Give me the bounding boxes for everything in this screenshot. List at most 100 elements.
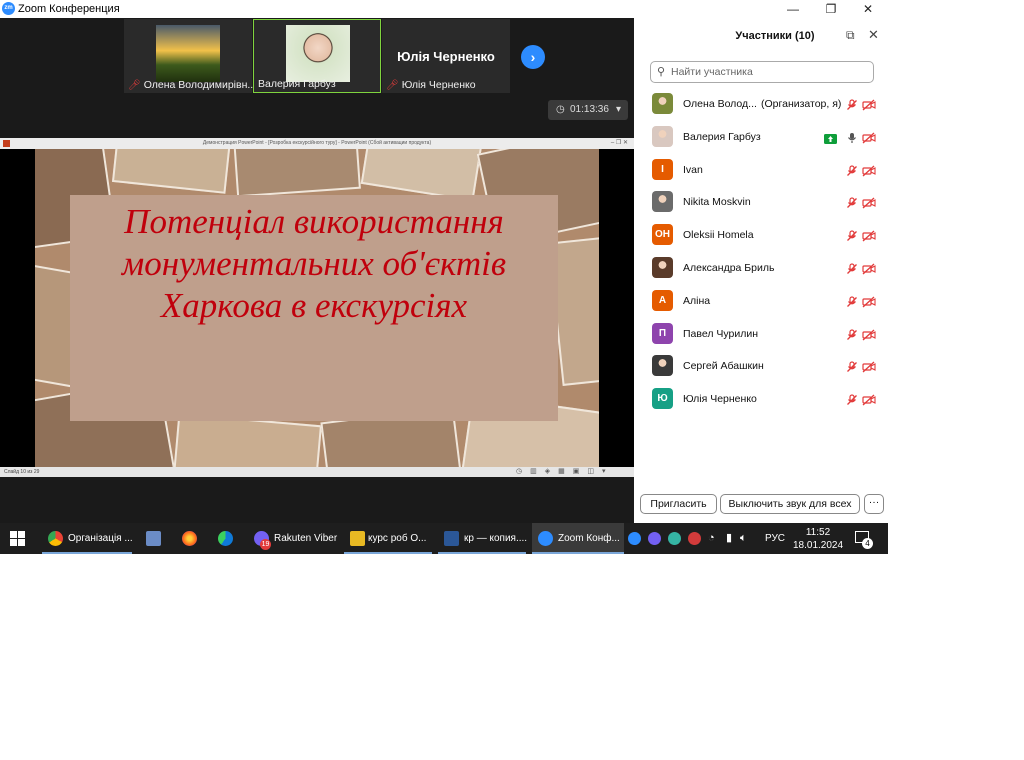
search-input[interactable]: ⚲ Найти участника bbox=[650, 61, 874, 83]
taskbar-label: курс роб О... bbox=[368, 533, 427, 544]
participant-name: Oleksii Homela bbox=[683, 229, 754, 242]
next-page-button[interactable]: › bbox=[521, 45, 545, 69]
popout-icon[interactable]: ⧉ bbox=[846, 28, 855, 43]
clock-icon: ◷ bbox=[556, 104, 565, 115]
taskbar-item-zoom[interactable]: Zoom Конф... bbox=[532, 523, 624, 554]
participant-row[interactable]: П Павел Чурилин bbox=[634, 318, 888, 351]
slide-title-box: Потенціал використання монументальних об… bbox=[70, 195, 558, 421]
mic-muted-icon[interactable] bbox=[846, 98, 862, 114]
video-off-icon[interactable] bbox=[862, 229, 878, 245]
participant-photo bbox=[286, 25, 350, 82]
mute-all-button[interactable]: Выключить звук для всех bbox=[720, 494, 860, 514]
language-indicator[interactable]: РУС bbox=[765, 523, 785, 554]
participant-row[interactable]: OH Oleksii Homela bbox=[634, 219, 888, 252]
video-off-icon[interactable] bbox=[862, 131, 878, 147]
timer-value: 01:13:36 bbox=[570, 104, 609, 115]
minimize-button[interactable]: — bbox=[780, 1, 806, 17]
tile-name: Олена Володимирівн... bbox=[143, 79, 257, 91]
avatar-photo bbox=[652, 125, 673, 147]
mic-icon[interactable] bbox=[846, 131, 862, 147]
video-off-icon[interactable] bbox=[862, 295, 878, 311]
tray-app-icon[interactable] bbox=[668, 532, 681, 545]
wifi-icon[interactable]: ◔ bbox=[708, 523, 715, 554]
avatar-initials: I bbox=[652, 158, 673, 180]
taskbar-item-viber[interactable]: 19 Rakuten Viber bbox=[248, 523, 337, 554]
meeting-timer[interactable]: ◷ 01:13:36 ▾ bbox=[548, 100, 628, 120]
participant-name: Павел Чурилин bbox=[683, 327, 759, 340]
close-button[interactable]: ✕ bbox=[855, 1, 881, 17]
video-tile[interactable]: Юлія Черненко 🎤︎ Юлія Черненко bbox=[382, 19, 510, 93]
video-off-icon[interactable] bbox=[862, 360, 878, 376]
notifications-icon[interactable]: 4 bbox=[855, 531, 873, 549]
mic-muted-icon[interactable] bbox=[846, 196, 862, 212]
close-panel-button[interactable]: ✕ bbox=[868, 27, 879, 43]
tile-display-name: Юлія Черненко bbox=[397, 49, 495, 64]
chevron-down-icon: ▾ bbox=[616, 104, 622, 115]
video-off-icon[interactable] bbox=[862, 98, 878, 114]
video-tile[interactable]: 🎤︎ Олена Володимирівн... bbox=[124, 19, 256, 93]
mic-muted-icon[interactable] bbox=[846, 360, 862, 376]
participant-row[interactable]: А Аліна bbox=[634, 285, 888, 318]
edge-icon bbox=[218, 531, 233, 546]
powerpoint-statusbar: Слайд 10 из 29 ◷▥◈▦▣◫▾ bbox=[0, 467, 634, 477]
save-icon bbox=[146, 531, 161, 546]
clock[interactable]: 11:52 18.01.2024 bbox=[793, 526, 843, 552]
taskbar-item-firefox[interactable] bbox=[176, 523, 204, 554]
viber-tray-icon[interactable] bbox=[648, 532, 661, 545]
taskbar-item-edge[interactable] bbox=[212, 523, 240, 554]
avatar-photo bbox=[652, 355, 673, 377]
taskbar-label: кр — копия.... bbox=[464, 533, 528, 544]
participant-row[interactable]: Nikita Moskvin bbox=[634, 186, 888, 219]
tile-name: Юлія Черненко bbox=[401, 79, 476, 91]
mic-muted-icon[interactable] bbox=[846, 262, 862, 278]
volume-icon[interactable]: 🔈︎ bbox=[740, 523, 747, 554]
slide-counter: Слайд 10 из 29 bbox=[4, 469, 40, 475]
avatar-photo bbox=[652, 93, 673, 114]
participant-row[interactable]: Валерия Гарбуз bbox=[634, 121, 888, 154]
zoom-tray-icon[interactable] bbox=[628, 532, 641, 545]
mic-muted-icon: 🎤︎ bbox=[386, 80, 399, 91]
mic-muted-icon[interactable] bbox=[846, 393, 862, 409]
mic-muted-icon[interactable] bbox=[846, 328, 862, 344]
participant-name: Валерия Гарбуз bbox=[683, 130, 761, 143]
avatar-photo bbox=[652, 257, 673, 278]
video-off-icon[interactable] bbox=[862, 393, 878, 409]
video-off-icon[interactable] bbox=[862, 196, 878, 212]
powerpoint-icon bbox=[3, 140, 10, 147]
taskbar-item-chrome[interactable]: Організація ... bbox=[42, 523, 133, 554]
taskbar-item-save[interactable] bbox=[140, 523, 168, 554]
mic-muted-icon[interactable] bbox=[846, 229, 862, 245]
windows-start-icon[interactable] bbox=[10, 531, 25, 546]
mic-muted-icon[interactable] bbox=[846, 164, 862, 180]
zoom-icon bbox=[538, 531, 553, 546]
more-options-button[interactable]: ··· bbox=[864, 494, 884, 514]
participant-name: Юлія Черненко bbox=[683, 393, 757, 406]
taskbar-item-word[interactable]: кр — копия.... bbox=[438, 523, 528, 554]
participant-row[interactable]: Александра Бриль bbox=[634, 252, 888, 285]
battery-icon[interactable]: ▮ bbox=[726, 523, 732, 554]
participant-row[interactable]: Сергей Абашкин bbox=[634, 350, 888, 383]
mic-muted-icon[interactable] bbox=[846, 295, 862, 311]
antivirus-icon[interactable] bbox=[688, 532, 701, 545]
participant-role: (Организатор, я) bbox=[761, 98, 842, 110]
view-controls-icon[interactable]: ◷▥◈▦▣◫▾ bbox=[516, 467, 613, 477]
participant-row[interactable]: I Ivan bbox=[634, 154, 888, 187]
participant-name: Ivan bbox=[683, 163, 703, 176]
invite-button[interactable]: Пригласить bbox=[640, 494, 717, 514]
video-off-icon[interactable] bbox=[862, 328, 878, 344]
participant-row[interactable]: Ю Юлія Черненко bbox=[634, 383, 888, 416]
mic-muted-icon: 🎤︎ bbox=[128, 80, 141, 91]
avatar-initials: П bbox=[652, 322, 673, 344]
participant-row[interactable]: Олена Волод... (Организатор, я) bbox=[634, 88, 888, 121]
video-tile-active-speaker[interactable]: Валерия Гарбуз bbox=[253, 19, 381, 93]
video-off-icon[interactable] bbox=[862, 262, 878, 278]
restore-button[interactable]: ❐ bbox=[818, 1, 844, 17]
powerpoint-title: Демонстрация PowerPoint - [Розробка екск… bbox=[202, 140, 432, 146]
video-off-icon[interactable] bbox=[862, 164, 878, 180]
avatar-initials: Ю bbox=[652, 388, 673, 410]
screen-share-icon bbox=[824, 131, 840, 147]
clock-date: 18.01.2024 bbox=[793, 540, 844, 551]
taskbar-item-folder[interactable]: курс роб О... bbox=[344, 523, 432, 554]
firefox-icon bbox=[182, 531, 197, 546]
slide-photo bbox=[111, 149, 233, 194]
